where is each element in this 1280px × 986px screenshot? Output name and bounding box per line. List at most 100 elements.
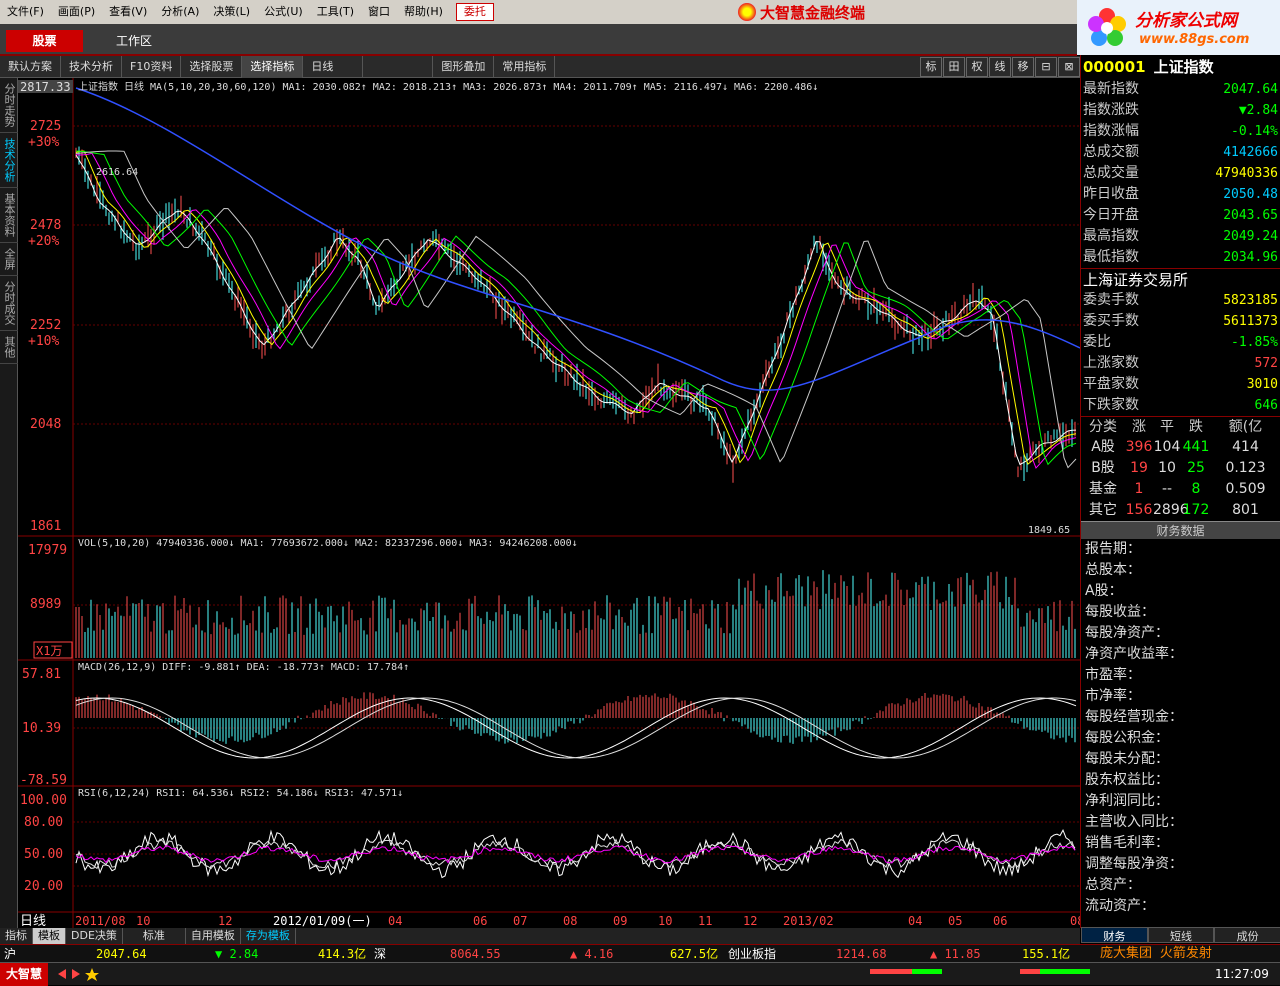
- mark-button[interactable]: 标: [920, 56, 942, 77]
- quote-label: 昨日收盘: [1083, 186, 1139, 202]
- toolbar-default-scheme[interactable]: 默认方案: [0, 55, 61, 78]
- date-tick: 04: [908, 914, 922, 928]
- order-row: 委卖手数 5823185: [1081, 290, 1280, 311]
- price-tick-2048: 2048: [30, 417, 61, 432]
- price-tick-30pct: +30%: [28, 135, 59, 150]
- minimize-icon[interactable]: ⊟: [1035, 56, 1057, 77]
- order-value: 572: [1254, 356, 1278, 371]
- order-row: 下跌家数 646: [1081, 395, 1280, 416]
- macd-tick-mid: 10.39: [22, 721, 61, 736]
- move-button[interactable]: 移: [1012, 56, 1034, 77]
- tab-stock[interactable]: 股票: [6, 30, 83, 52]
- menu-help[interactable]: 帮助(H): [397, 0, 450, 24]
- brand-button[interactable]: 大智慧: [0, 963, 48, 986]
- table-cell: 1: [1134, 481, 1144, 497]
- ad-banner[interactable]: 分析家公式网 www.88gs.com: [1077, 0, 1280, 55]
- chart-area[interactable]: 2817.33 2725 +30% 2478 +20% 2252 +10% 20…: [18, 78, 1084, 929]
- period-label[interactable]: 日线: [20, 914, 46, 929]
- nav-arrows-icon[interactable]: [56, 966, 106, 982]
- tab-components[interactable]: 成份: [1214, 927, 1280, 943]
- side-tab-minute[interactable]: 分时走势: [0, 78, 18, 133]
- macd-tick-bottom: -78.59: [20, 773, 67, 788]
- cyb-label: 创业板指: [728, 947, 777, 961]
- toolbar-f10[interactable]: F10资料: [122, 55, 182, 78]
- quote-tabs: 财务 短线 成份: [1081, 927, 1280, 943]
- order-row: 委比 -1.85%: [1081, 332, 1280, 353]
- toolbar-overlay[interactable]: 图形叠加: [433, 55, 495, 78]
- quote-value: 47940336: [1215, 166, 1278, 181]
- quote-row: 总成交量 47940336: [1081, 163, 1280, 184]
- date-tick: 12: [743, 914, 757, 928]
- table-cell: 156: [1125, 502, 1153, 518]
- quote-value: 2050.48: [1223, 187, 1278, 202]
- toolbar-common-indicators[interactable]: 常用指标: [494, 55, 556, 78]
- sh-change: ▼ 2.84: [215, 947, 259, 961]
- table-cell: 0.123: [1225, 460, 1266, 476]
- menu-tools[interactable]: 工具(T): [310, 0, 361, 24]
- tab-indicator[interactable]: 指标: [0, 928, 33, 944]
- side-tab-tech[interactable]: 技术分析: [0, 133, 18, 188]
- tab-bar: 股票 工作区: [0, 24, 1077, 56]
- tab-shortline[interactable]: 短线: [1147, 927, 1215, 943]
- side-tab-other[interactable]: 其他: [0, 331, 18, 364]
- line-button[interactable]: 线: [989, 56, 1011, 77]
- close-icon[interactable]: ⊠: [1058, 56, 1080, 77]
- menu-window[interactable]: 窗口: [361, 0, 397, 24]
- clock: 11:27:09: [1215, 967, 1269, 981]
- quote-value: -0.14%: [1231, 124, 1278, 139]
- finance-row: 净利润同比：: [1085, 793, 1169, 809]
- tab-template[interactable]: 模板: [33, 928, 66, 944]
- table-header: 额(亿: [1211, 416, 1280, 437]
- price-header: 上证指数 日线 MA(5,10,20,30,60,120) MA1: 2030.…: [78, 80, 818, 93]
- toolbar-period[interactable]: 日线: [303, 55, 364, 78]
- side-tab-basic[interactable]: 基本资料: [0, 188, 18, 243]
- grid-button[interactable]: 田: [943, 56, 965, 77]
- rights-button[interactable]: 权: [966, 56, 988, 77]
- tab-standard[interactable]: 标准: [123, 928, 186, 944]
- save-template-button[interactable]: 存为模板: [241, 928, 296, 944]
- tab-finance[interactable]: 财务: [1081, 927, 1148, 943]
- entrust-button[interactable]: 委托: [455, 3, 494, 21]
- tab-workspace[interactable]: 工作区: [98, 30, 186, 52]
- quote-row: 最新指数 2047.64: [1081, 79, 1280, 100]
- table-cell: 0.509: [1225, 481, 1266, 497]
- quote-row: 最低指数 2034.96: [1081, 247, 1280, 268]
- quote-label: 总成交额: [1083, 144, 1139, 160]
- side-tab-fullscreen[interactable]: 全屏: [0, 243, 18, 276]
- order-value: -1.85%: [1231, 335, 1278, 350]
- menu-decision[interactable]: 决策(L): [206, 0, 257, 24]
- finance-row: 市净率：: [1085, 688, 1141, 704]
- finance-row: 股东权益比：: [1085, 772, 1169, 788]
- macd-tick-top: 57.81: [22, 667, 61, 682]
- menu-screen[interactable]: 画面(P): [51, 0, 102, 24]
- rsi-tick-100: 100.00: [20, 793, 67, 808]
- menu-analysis[interactable]: 分析(A): [154, 0, 206, 24]
- menu-file[interactable]: 文件(F): [0, 0, 51, 24]
- toolbar-tech-analysis[interactable]: 技术分析: [61, 55, 122, 78]
- quote-name: 上证指数: [1153, 58, 1214, 76]
- menu-formula[interactable]: 公式(U): [257, 0, 310, 24]
- quote-label: 最新指数: [1083, 81, 1139, 97]
- quote-row: 最高指数 2049.24: [1081, 226, 1280, 247]
- table-cell: B股: [1091, 460, 1115, 476]
- quote-value: 2043.65: [1223, 208, 1278, 223]
- quote-value: 2034.96: [1223, 250, 1278, 265]
- kline-chart[interactable]: 2817.33 2725 +30% 2478 +20% 2252 +10% 20…: [18, 78, 1084, 929]
- toolbar-select-indicator[interactable]: 选择指标: [242, 55, 304, 78]
- news-ticker[interactable]: 庞大集团 火箭发射: [1100, 945, 1212, 963]
- sz-change: ▲ 4.16: [570, 947, 614, 961]
- order-row: 平盘家数 3010: [1081, 374, 1280, 395]
- market-ticker[interactable]: 沪 2047.64 ▼ 2.84 414.3亿 深 8064.55 ▲ 4.16…: [0, 944, 1280, 962]
- date-tick: 2012/01/09(一): [273, 914, 372, 928]
- side-tab-ticks[interactable]: 分时成交: [0, 276, 18, 331]
- tab-custom-template[interactable]: 自用模板: [186, 928, 241, 944]
- quote-value: 2047.64: [1223, 82, 1278, 97]
- toolbar-blank-select[interactable]: [363, 55, 434, 78]
- toolbar-select-stock[interactable]: 选择股票: [181, 55, 243, 78]
- finance-list: 报告期： 总股本： A股： 每股收益： 每股净资产： 净资产收益率： 市盈率： 市净率： 每股经…: [1081, 539, 1280, 917]
- tab-dde[interactable]: DDE决策: [66, 928, 123, 944]
- sz-index: 8064.55: [450, 947, 501, 961]
- flower-logo-icon: [1088, 8, 1126, 46]
- quote-label: 最低指数: [1083, 249, 1139, 265]
- menu-view[interactable]: 查看(V): [102, 0, 154, 24]
